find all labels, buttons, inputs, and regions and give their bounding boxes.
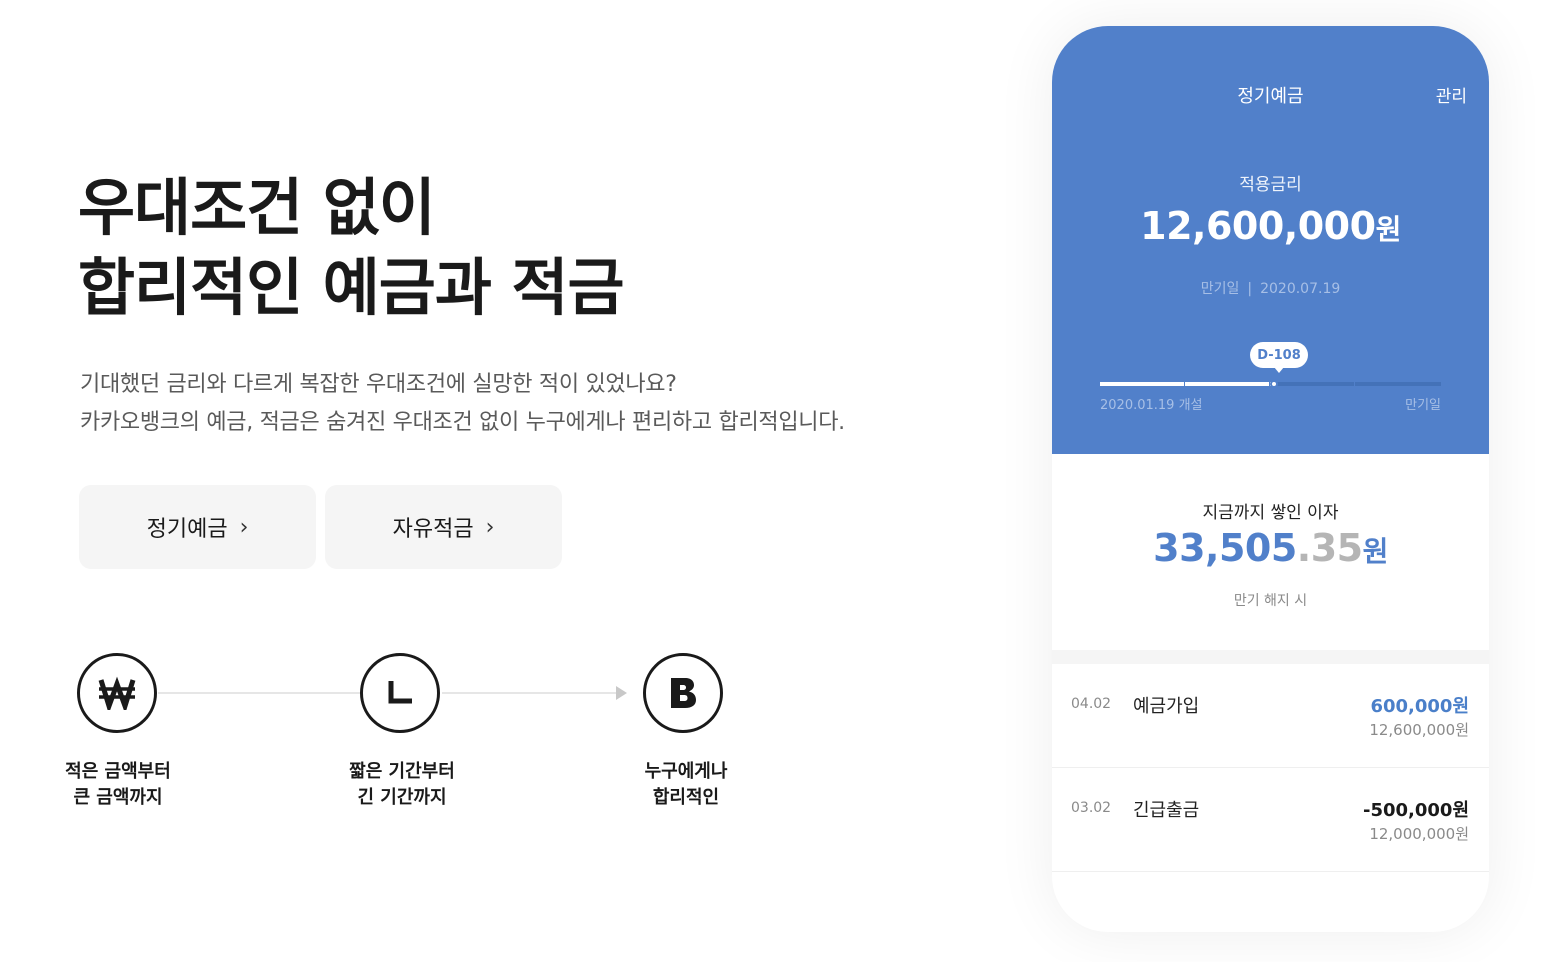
won-icon xyxy=(77,653,157,733)
phone-title: 정기예금 xyxy=(1237,86,1304,107)
chevron-right-icon: › xyxy=(239,514,249,540)
dday-badge: D-108 xyxy=(1250,342,1308,368)
maturity-label: 만기일 xyxy=(1405,398,1441,413)
progress-tick xyxy=(1184,382,1185,386)
description: 기대했던 금리와 다르게 복잡한 우대조건에 실망한 적이 있었나요? 카카오뱅… xyxy=(80,366,845,442)
balance-amount: 12,600,000원 xyxy=(1140,204,1401,248)
maturity-info: 만기일 | 2020.07.19 xyxy=(1200,281,1341,297)
term-progress-bar xyxy=(1100,380,1441,388)
headline: 우대조건 없이 합리적인 예금과 적금 xyxy=(78,168,625,328)
feature-label-period: 짧은 기간부터 긴 기간까지 xyxy=(349,761,455,808)
kakaobank-b-icon xyxy=(643,653,723,733)
arrow-right-icon xyxy=(616,686,627,700)
interest-amount: 33,505.35원 xyxy=(1153,526,1388,570)
progress-tick xyxy=(1354,382,1355,386)
feature-label-everyone: 누구에게나 합리적인 xyxy=(644,761,728,808)
account-summary-header: 정기예금 관리 적용금리 12,600,000원 만기일 | 2020.07.19 … xyxy=(1052,26,1489,454)
transaction-date: 03.02 xyxy=(1071,800,1112,816)
transaction-amount: 600,000원 xyxy=(1370,696,1469,717)
fixed-deposit-button-label: 정기예금 xyxy=(146,517,228,542)
interest-note: 만기 해지 시 xyxy=(1233,593,1308,609)
section-divider xyxy=(1052,650,1489,664)
description-line-2: 카카오뱅크의 예금, 적금은 숨겨진 우대조건 없이 누구에게나 편리하고 합리… xyxy=(80,410,845,435)
dday-badge-pointer xyxy=(1274,367,1284,373)
description-line-1: 기대했던 금리와 다르게 복잡한 우대조건에 실망한 적이 있었나요? xyxy=(80,372,677,397)
transaction-amount: -500,000원 xyxy=(1362,800,1469,821)
transaction-date: 04.02 xyxy=(1071,696,1112,712)
fixed-deposit-button[interactable]: 정기예금 › xyxy=(79,485,316,569)
feature-label-amount: 적은 금액부터 큰 금액까지 xyxy=(65,761,171,808)
transaction-title: 예금가입 xyxy=(1133,696,1200,717)
clock-icon xyxy=(360,653,440,733)
manage-button[interactable]: 관리 xyxy=(1436,82,1467,107)
headline-line-1: 우대조건 없이 xyxy=(78,171,436,244)
transaction-title: 긴급출금 xyxy=(1133,800,1200,821)
flow-connector xyxy=(442,692,618,694)
progress-marker xyxy=(1269,380,1278,388)
transaction-row[interactable]: 04.02 예금가입 600,000원 12,600,000원 xyxy=(1052,664,1489,768)
flow-connector xyxy=(158,692,360,694)
headline-line-2: 합리적인 예금과 적금 xyxy=(78,251,625,324)
rate-label: 적용금리 xyxy=(1239,175,1302,195)
opened-date: 2020.01.19 개설 xyxy=(1100,398,1203,413)
term-progress-fill xyxy=(1100,382,1274,386)
interest-card: 지금까지 쌓인 이자 33,505.35원 만기 해지 시 xyxy=(1052,454,1489,650)
free-savings-button-label: 자유적금 xyxy=(392,517,474,542)
free-savings-button[interactable]: 자유적금 › xyxy=(325,485,562,569)
transaction-balance: 12,000,000원 xyxy=(1369,825,1469,843)
phone-mockup: 정기예금 관리 적용금리 12,600,000원 만기일 | 2020.07.19 … xyxy=(1052,26,1489,932)
chevron-right-icon: › xyxy=(485,514,495,540)
transaction-row[interactable]: 03.02 긴급출금 -500,000원 12,000,000원 xyxy=(1052,768,1489,872)
interest-label: 지금까지 쌓인 이자 xyxy=(1202,503,1339,523)
transaction-balance: 12,600,000원 xyxy=(1369,721,1469,739)
